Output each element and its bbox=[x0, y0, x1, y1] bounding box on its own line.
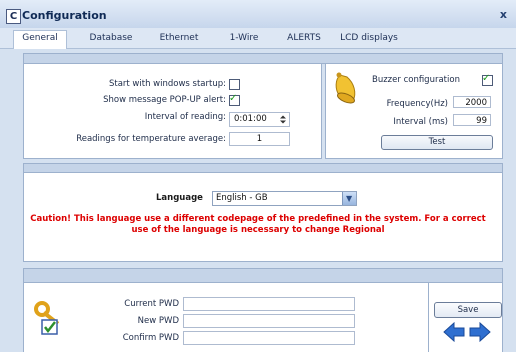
test-button[interactable]: Test bbox=[381, 135, 493, 150]
popup-label: Show message POP-UP alert: bbox=[103, 95, 226, 105]
buzzer-interval-label: Interval (ms) bbox=[393, 117, 448, 127]
tab-database[interactable]: Database bbox=[83, 31, 139, 48]
language-label: Language bbox=[156, 193, 203, 203]
title-bar[interactable]: C Configuration x bbox=[0, 0, 516, 29]
bell-icon bbox=[335, 72, 356, 104]
interval-label: Interval of reading: bbox=[144, 112, 226, 122]
language-selected-value: English - GB bbox=[216, 193, 268, 203]
language-caution-message: Caution! This language use a different c… bbox=[30, 214, 486, 235]
tab-alerts[interactable]: ALERTS bbox=[282, 31, 326, 48]
startup-checkbox[interactable] bbox=[229, 79, 240, 90]
tab-bar: General Database Ethernet 1-Wire ALERTS … bbox=[0, 28, 516, 49]
confirm-pwd-input[interactable] bbox=[183, 331, 355, 345]
frequency-input[interactable]: 2000 bbox=[453, 96, 491, 108]
window-title: Configuration bbox=[22, 9, 107, 22]
popup-check-mark: ✓ bbox=[229, 93, 238, 104]
arrow-right-icon[interactable] bbox=[469, 322, 491, 342]
spin-arrows-icon bbox=[280, 115, 286, 124]
tab-general[interactable]: General bbox=[13, 30, 67, 49]
tab-1-wire[interactable]: 1-Wire bbox=[222, 31, 266, 48]
chevron-down-icon[interactable]: ▼ bbox=[342, 192, 356, 205]
current-pwd-input[interactable] bbox=[183, 297, 355, 311]
tab-lcd-displays[interactable]: LCD displays bbox=[336, 31, 402, 48]
key-checkbox-icon bbox=[34, 301, 60, 335]
tab-ethernet[interactable]: Ethernet bbox=[153, 31, 205, 48]
new-pwd-input[interactable] bbox=[183, 314, 355, 328]
buzzer-interval-input[interactable]: 99 bbox=[453, 114, 491, 126]
avg-input[interactable]: 1 bbox=[229, 132, 290, 146]
app-icon: C bbox=[6, 9, 21, 24]
startup-label: Start with windows startup: bbox=[108, 79, 226, 89]
current-pwd-label: Current PWD bbox=[124, 299, 179, 309]
configuration-window: C Configuration x General Database Ether… bbox=[0, 0, 516, 352]
dropdown-arrow-glyph: ▼ bbox=[346, 194, 353, 203]
popup-checkbox[interactable]: ✓ bbox=[229, 93, 240, 106]
confirm-pwd-label: Confirm PWD bbox=[122, 333, 179, 343]
frequency-label: Frequency(Hz) bbox=[386, 99, 448, 109]
buzzer-check-mark: ✓ bbox=[482, 73, 491, 84]
language-dropdown[interactable]: English - GB ▼ bbox=[212, 191, 357, 206]
interval-stepper[interactable]: 0:01:00 bbox=[229, 112, 290, 127]
arrow-left-icon[interactable] bbox=[443, 322, 465, 342]
avg-label: Readings for temperature average: bbox=[76, 134, 226, 144]
save-button[interactable]: Save bbox=[434, 302, 502, 318]
interval-spin-buttons[interactable] bbox=[278, 114, 288, 125]
new-pwd-label: New PWD bbox=[137, 316, 179, 326]
section-strip-bottom bbox=[23, 268, 503, 283]
close-icon[interactable]: x bbox=[500, 8, 507, 21]
buzzer-label: Buzzer configuration bbox=[372, 75, 460, 85]
buzzer-checkbox[interactable]: ✓ bbox=[482, 73, 493, 86]
interval-value: 0:01:00 bbox=[234, 114, 267, 124]
